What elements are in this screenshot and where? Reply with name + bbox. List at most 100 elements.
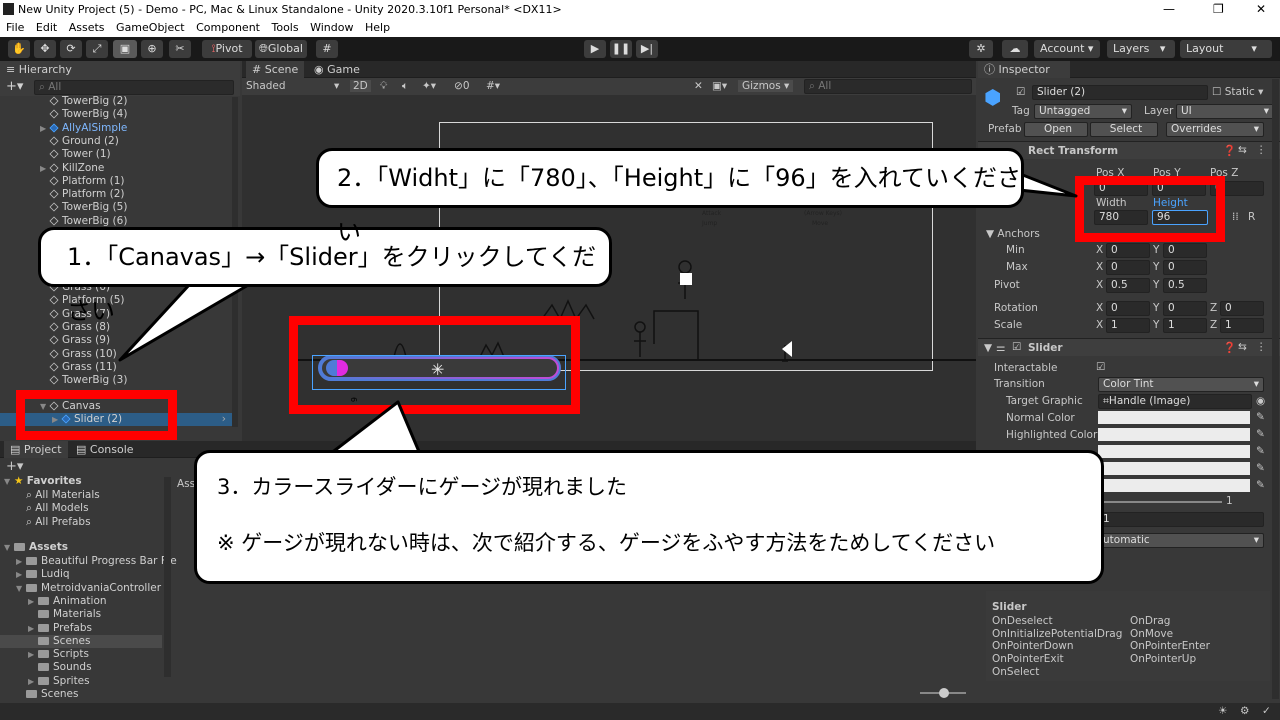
rect-tool-icon[interactable]: ▣ <box>113 40 137 58</box>
eyedropper-icon[interactable]: ✎ <box>1256 479 1265 491</box>
color-swatch[interactable] <box>1098 462 1250 475</box>
preset-icon[interactable]: ⇆ <box>1238 144 1247 156</box>
assets-header[interactable]: ▼ Assets <box>4 541 68 554</box>
menu-gameobject[interactable]: GameObject <box>116 21 185 34</box>
scale-tool-icon[interactable]: ⤢ <box>86 40 108 58</box>
account-dropdown[interactable]: Account ▾ <box>1034 40 1100 58</box>
eyedropper-icon[interactable]: ✎ <box>1256 411 1265 423</box>
more-icon[interactable]: ⋮ <box>1256 341 1267 353</box>
layout-dropdown[interactable]: Layout ▾ <box>1180 40 1272 58</box>
add-icon[interactable]: +▾ <box>6 79 23 94</box>
object-picker-icon[interactable]: ◉ <box>1256 395 1265 407</box>
eyedropper-icon[interactable]: ✎ <box>1256 428 1265 440</box>
prefab-open-button[interactable]: Open <box>1024 122 1088 137</box>
minimize-button[interactable]: — <box>1163 2 1175 16</box>
max-y-field[interactable]: 0 <box>1163 260 1207 275</box>
hidden-objects-icon[interactable]: ⊘0 <box>454 80 470 92</box>
menu-tools[interactable]: Tools <box>272 21 299 34</box>
menu-edit[interactable]: Edit <box>36 21 57 34</box>
rot-y-field[interactable]: 0 <box>1163 301 1207 316</box>
bug-icon[interactable]: ☀ <box>1218 705 1227 717</box>
active-checkbox[interactable]: ☑ <box>1016 86 1025 98</box>
step-button[interactable]: ▶| <box>636 40 658 58</box>
target-graphic-field[interactable]: ⌗Handle (Image) <box>1098 394 1252 409</box>
check-icon[interactable]: ✓ <box>1262 705 1271 717</box>
blueprint-icon[interactable]: ⁞⁞ <box>1232 211 1239 223</box>
hierarchy-item[interactable]: TowerBig (5) <box>40 201 127 214</box>
gizmos-dropdown[interactable]: Gizmos ▾ <box>738 80 794 92</box>
assets-breadcrumb[interactable]: Ass <box>177 478 195 490</box>
color-swatch[interactable] <box>1098 479 1250 492</box>
camera-icon[interactable]: ▣▾ <box>712 80 727 92</box>
object-name-input[interactable]: Slider (2) <box>1032 85 1208 100</box>
tools-icon[interactable]: ✕ <box>694 80 703 92</box>
slider-component-header[interactable]: ▼ ⚌ ☑ Slider ❓ ⇆ ⋮ <box>978 338 1280 356</box>
tab-console[interactable]: ▤ Console <box>70 441 140 458</box>
hierarchy-item[interactable]: Platform (2) <box>40 188 125 201</box>
transition-dropdown[interactable]: Color Tint ▾ <box>1098 377 1264 392</box>
asset-folder[interactable]: Materials <box>0 608 162 621</box>
tag-dropdown[interactable]: Untagged ▾ <box>1034 104 1132 119</box>
prefab-select-button[interactable]: Select <box>1090 122 1158 137</box>
asset-folder[interactable]: ▶ Scripts <box>0 648 162 661</box>
help-icon[interactable]: ❓ <box>1223 144 1236 157</box>
scale-z-field[interactable]: 1 <box>1220 318 1264 333</box>
asset-folder[interactable]: Scenes <box>0 688 162 701</box>
help-icon[interactable]: ❓ <box>1223 341 1236 354</box>
min-x-field[interactable]: 0 <box>1106 243 1150 258</box>
rect-transform-header[interactable]: Rect Transform ❓ ⇆ ⋮ <box>978 141 1280 159</box>
favorites-header[interactable]: ▼ ★ Favorites <box>4 475 82 488</box>
inspector-scrollbar[interactable] <box>1272 79 1279 699</box>
direction-dropdown[interactable]: utomatic ▾ <box>1098 533 1264 548</box>
effects-icon[interactable]: ✦▾ <box>422 80 436 92</box>
lighting-icon[interactable]: 💡︎ <box>380 80 387 93</box>
menu-file[interactable]: File <box>6 21 24 34</box>
grid-icon[interactable]: #▾ <box>486 80 500 92</box>
hierarchy-item[interactable]: TowerBig (4) <box>40 108 127 121</box>
menu-assets[interactable]: Assets <box>69 21 105 34</box>
value-field[interactable]: 1 <box>1098 512 1264 527</box>
transform-tool-icon[interactable]: ⊕ <box>141 40 163 58</box>
hierarchy-search-input[interactable]: ⌕ All <box>34 80 234 95</box>
hierarchy-item[interactable]: Grass (10) <box>40 348 117 361</box>
hierarchy-item[interactable]: TowerBig (3) <box>40 374 127 387</box>
prefab-overrides-dropdown[interactable]: Overrides ▾ <box>1166 122 1264 137</box>
grid-snap-icon[interactable]: # <box>316 40 338 58</box>
color-swatch[interactable] <box>1098 428 1250 441</box>
layers-dropdown[interactable]: Layers ▾ <box>1107 40 1175 58</box>
hierarchy-item[interactable]: Grass (11) <box>40 361 117 374</box>
menu-component[interactable]: Component <box>196 21 260 34</box>
hierarchy-item[interactable]: ▶ AllyAISimple <box>40 122 127 135</box>
more-icon[interactable]: ⋮ <box>1256 144 1267 156</box>
favorite-item[interactable]: ⌕ All Models <box>26 502 89 515</box>
tab-game[interactable]: ◉ Game <box>308 61 366 78</box>
pivot-y-field[interactable]: 0.5 <box>1163 278 1207 293</box>
anchors-toggle[interactable]: ▼ Anchors <box>986 228 1040 240</box>
asset-folder[interactable]: ▼ MetroidvaniaController <box>0 582 162 595</box>
maximize-button[interactable]: ❐ <box>1213 2 1224 16</box>
global-toggle[interactable]: 🌐︎Global <box>255 40 307 58</box>
asset-folder[interactable]: ▶ Prefabs <box>0 622 162 635</box>
zoom-slider-thumb[interactable] <box>939 688 949 698</box>
asset-folder[interactable]: ▶ Ludiq <box>0 568 162 581</box>
hierarchy-item[interactable]: TowerBig (2) <box>40 95 127 108</box>
shading-dropdown[interactable]: Shaded <box>246 80 286 92</box>
asset-folder[interactable]: ▶ Beautiful Progress Bar Fre <box>0 555 177 568</box>
static-checkbox[interactable]: ☐ Static ▾ <box>1212 86 1263 98</box>
interactable-checkbox[interactable]: ☑ <box>1096 361 1105 373</box>
cloud-icon[interactable]: ☁ <box>1002 40 1028 58</box>
pivot-toggle[interactable]: ⟟Pivot <box>202 40 252 58</box>
raw-edit-icon[interactable]: R <box>1248 211 1255 223</box>
value-slider[interactable] <box>1102 501 1222 503</box>
favorite-item[interactable]: ⌕ All Prefabs <box>26 516 91 529</box>
menu-help[interactable]: Help <box>365 21 390 34</box>
tab-project[interactable]: ▤ Project <box>4 441 68 458</box>
asset-folder[interactable]: Sounds <box>0 661 162 674</box>
color-swatch[interactable] <box>1098 445 1250 458</box>
rot-z-field[interactable]: 0 <box>1220 301 1264 316</box>
favorite-item[interactable]: ⌕ All Materials <box>26 489 100 502</box>
close-button[interactable]: ✕ <box>1256 2 1266 16</box>
2d-toggle[interactable]: 2D <box>350 80 371 92</box>
play-button[interactable]: ▶ <box>584 40 606 58</box>
hierarchy-item[interactable]: Tower (1) <box>40 148 111 161</box>
